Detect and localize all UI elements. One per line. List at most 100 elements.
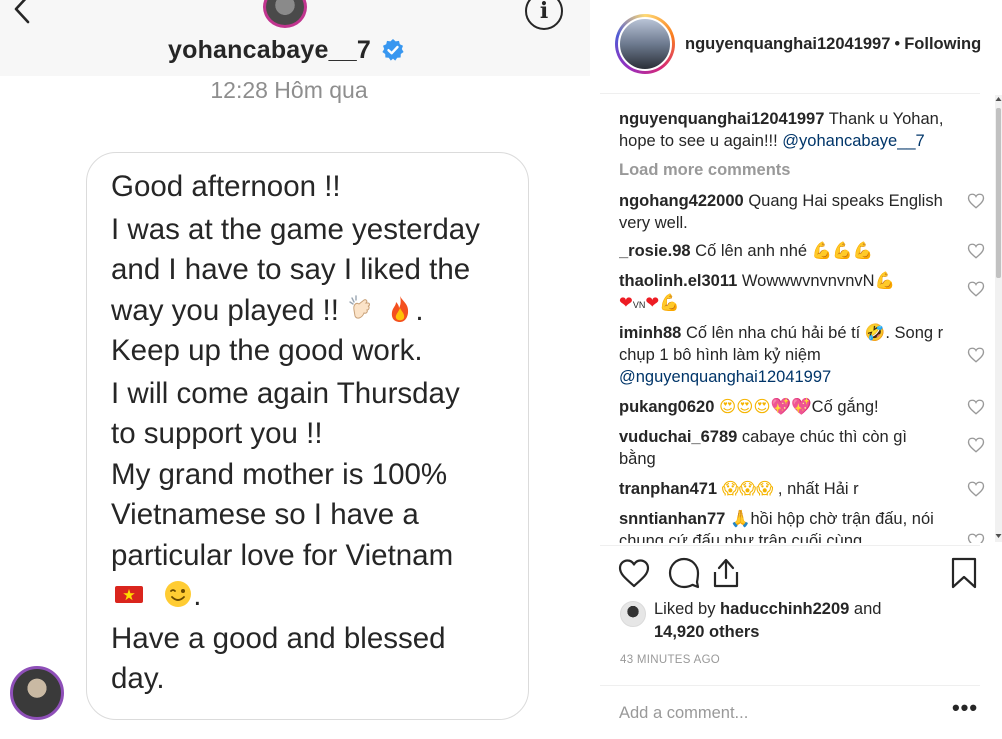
heart-icon[interactable] <box>967 398 985 416</box>
flexed-biceps-emoji-icon: 💪 <box>659 294 680 312</box>
input-divider <box>600 685 980 686</box>
comment-item: thaolinh.el3011 WowwwvnvnvnvN💪 ❤VN❤💪 <box>619 270 985 316</box>
heart-icon[interactable] <box>967 242 985 260</box>
post-author-username[interactable]: nguyenquanghai12041997 <box>685 35 890 53</box>
scrollbar-thumb[interactable] <box>996 108 1001 278</box>
caption-username[interactable]: nguyenquanghai12041997 <box>619 110 824 128</box>
likes-middle: and <box>849 600 882 618</box>
post-panel: nguyenquanghai12041997 • Following nguyenq… <box>590 0 1002 739</box>
heart-icon[interactable] <box>967 192 985 210</box>
comment-username[interactable]: thaolinh.el3011 <box>619 272 737 290</box>
message-bubble: Good afternoon !! I was at the game yest… <box>86 152 529 720</box>
message-text: way you played !! <box>111 293 339 327</box>
likes-prefix: Liked by <box>654 600 721 618</box>
red-heart-emoji-icon: ❤ <box>619 294 633 312</box>
comments-divider <box>600 545 980 546</box>
message-line-with-emoji: . <box>111 576 518 617</box>
header-divider <box>600 93 980 94</box>
caption: nguyenquanghai12041997 Thank u Yohan, ho… <box>619 108 985 152</box>
scroll-down-arrow-icon[interactable] <box>995 532 1002 540</box>
message-line: I will come again Thursday <box>111 376 460 410</box>
dm-header: i yohancabaye__7 <box>0 0 590 76</box>
post-timestamp[interactable]: 43 MINUTES AGO <box>620 654 720 666</box>
comment-text: WowwwvnvnvnvN <box>741 272 875 290</box>
winking-face-emoji-icon <box>165 581 192 607</box>
likes-count-link[interactable]: 14,920 others <box>654 623 759 641</box>
screenshot-root: i yohancabaye__7 12:28 Hôm qua Good afte… <box>0 0 1002 739</box>
message-line: Good afternoon !! <box>111 170 341 203</box>
screaming-face-emoji-icon: 😱😱😱 <box>721 480 774 498</box>
bookmark-icon[interactable] <box>947 556 981 590</box>
comment-item: tranphan471 😱😱😱 , nhất Hải r <box>619 478 985 500</box>
comment-username[interactable]: tranphan471 <box>619 480 717 498</box>
heart-icon[interactable] <box>967 280 985 298</box>
back-arrow-icon[interactable] <box>8 0 36 24</box>
dm-timestamp: 12:28 Hôm qua <box>210 77 368 103</box>
heart-emoji-icon: 💖💖 <box>770 398 812 416</box>
heart-icon[interactable] <box>967 480 985 498</box>
comment-username[interactable]: pukang0620 <box>619 398 714 416</box>
flexed-biceps-emoji-icon: 💪 <box>874 272 896 290</box>
caption-mention[interactable]: @yohancabaye__7 <box>782 132 924 150</box>
more-options-icon[interactable]: ••• <box>950 697 980 724</box>
comment-text: Cố gắng! <box>811 398 879 416</box>
comment-username[interactable]: _rosie.98 <box>619 242 691 260</box>
liker-avatar[interactable] <box>620 601 646 627</box>
fire-emoji-icon <box>392 295 409 322</box>
message-text: . <box>193 579 202 612</box>
comment-username[interactable]: vuduchai_6789 <box>619 428 737 446</box>
vietnam-flag-emoji-icon <box>115 586 143 603</box>
message-text: . <box>415 293 424 327</box>
heart-icon[interactable] <box>967 436 985 454</box>
liker-username[interactable]: haducchinh2209 <box>720 600 849 618</box>
clapping-hands-emoji-icon <box>349 294 371 319</box>
message-line: day. <box>111 662 165 695</box>
dm-screenshot: i yohancabaye__7 12:28 Hôm qua Good afte… <box>0 0 590 739</box>
heart-icon[interactable] <box>967 346 985 364</box>
message-line: particular love for Vietnam <box>111 538 454 572</box>
separator-dot: • <box>894 35 901 53</box>
comments-list: nguyenquanghai12041997 Thank u Yohan, ho… <box>619 108 985 543</box>
heart-eyes-emoji-icon: 😍😍😍 <box>718 398 771 416</box>
verified-badge-icon <box>382 39 404 61</box>
comment-text: Cố lên anh nhé <box>695 242 812 260</box>
following-button[interactable]: Following <box>904 35 981 53</box>
scroll-up-arrow-icon[interactable] <box>995 95 1002 103</box>
info-icon[interactable]: i <box>525 0 563 30</box>
red-heart-emoji-icon: ❤ <box>645 294 660 312</box>
message-line: My grand mother is 100% <box>111 457 448 491</box>
post-author-avatar[interactable] <box>615 14 675 74</box>
comment-username[interactable]: iminh88 <box>619 324 681 342</box>
sender-avatar[interactable] <box>10 666 64 720</box>
post-header: nguyenquanghai12041997 • Following <box>685 35 981 54</box>
vn-label: VN <box>632 300 646 310</box>
heart-icon[interactable] <box>967 532 985 543</box>
message-line: Keep up the good work. <box>111 334 423 367</box>
post-actions <box>617 556 982 594</box>
message-line: I was at the game yesterday <box>111 212 480 246</box>
message-line: to support you !! <box>111 417 323 450</box>
add-comment-input[interactable] <box>619 701 919 725</box>
comment-item: pukang0620 😍😍😍💖💖Cố gắng! <box>619 396 985 418</box>
comment-item: snntianhan77 🙏hồi hộp chờ trận đấu, nói … <box>619 508 985 543</box>
comment-item: ngohang422000 Quang Hai speaks English v… <box>619 190 985 234</box>
message-line-with-emoji: way you played !! . <box>111 291 518 332</box>
comment-bubble-icon[interactable] <box>667 556 701 590</box>
dm-contact-avatar[interactable] <box>263 0 307 28</box>
like-heart-icon[interactable] <box>617 556 651 590</box>
comment-item: vuduchai_6789 cabaye chúc thì còn gì bằn… <box>619 426 985 470</box>
comment-item: _rosie.98 Cố lên anh nhé 💪💪💪 <box>619 240 985 262</box>
comment-username[interactable]: snntianhan77 <box>619 510 725 528</box>
comment-text: Cố lên nha chú hải bé tí <box>685 324 865 342</box>
likes-summary: Liked by haducchinh2209 and 14,920 other… <box>654 598 954 644</box>
message-line: Have a good and blessed <box>111 621 446 655</box>
share-icon[interactable] <box>709 556 743 590</box>
comment-username[interactable]: ngohang422000 <box>619 192 744 210</box>
dm-username[interactable]: yohancabaye__7 <box>168 36 371 65</box>
praying-emoji-icon: 🙏 <box>729 510 751 528</box>
comment-text: , nhất Hải r <box>773 480 859 498</box>
comment-mention[interactable]: @nguyenquanghai12041997 <box>619 368 831 386</box>
load-more-comments-button[interactable]: Load more comments <box>619 161 985 180</box>
rolling-laughing-emoji-icon: 🤣 <box>864 324 886 342</box>
message-line: Vietnamese so I have a <box>111 498 419 531</box>
